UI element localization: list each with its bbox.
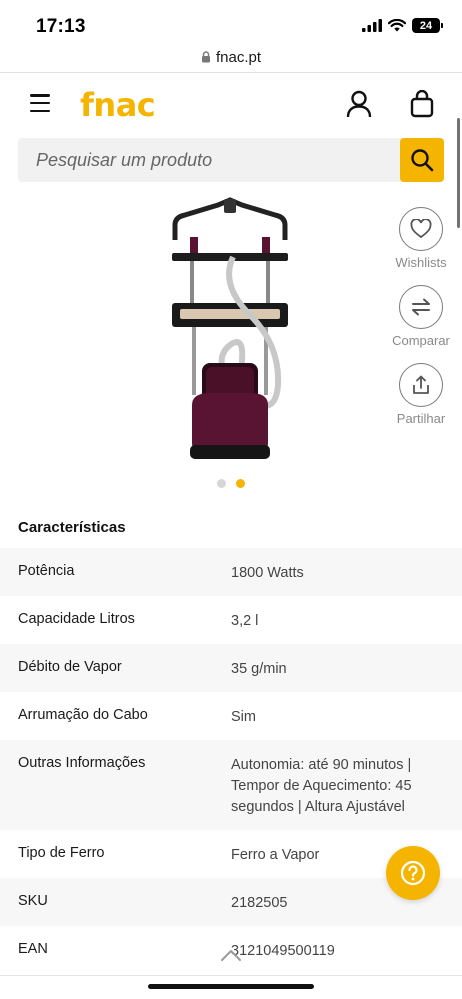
table-row: Arrumação do Cabo Sim <box>0 692 462 740</box>
share-action[interactable]: Partilhar <box>386 363 456 426</box>
search-button[interactable] <box>400 138 444 182</box>
table-row: Capacidade Litros 3,2 l <box>0 596 462 644</box>
fnac-logo[interactable]: fnac <box>80 86 156 124</box>
divider <box>0 72 462 73</box>
help-button[interactable] <box>386 846 440 900</box>
url-text: fnac.pt <box>215 48 262 66</box>
table-row: Outras Informações Autonomia: até 90 min… <box>0 740 462 830</box>
compare-label: Comparar <box>392 333 450 348</box>
battery-level: 24 <box>419 19 433 32</box>
table-row: Potência 1800 Watts <box>0 548 462 596</box>
spec-label: EAN <box>18 941 48 957</box>
user-account-icon[interactable] <box>346 90 372 118</box>
spec-value: 1800 Watts <box>231 565 304 581</box>
spec-value: 35 g/min <box>231 661 287 677</box>
carousel-dot[interactable] <box>217 479 226 488</box>
battery-icon: 24 <box>412 18 443 33</box>
address-bar[interactable]: fnac.pt <box>0 46 462 68</box>
compare-arrows-icon <box>412 298 430 316</box>
scrollbar[interactable] <box>457 118 460 228</box>
characteristics-title: Características <box>18 519 126 536</box>
shopping-bag-icon[interactable] <box>410 90 434 118</box>
home-indicator[interactable] <box>148 984 314 989</box>
spec-value: Sim <box>231 709 256 725</box>
compare-button[interactable] <box>399 285 443 329</box>
spec-label: Potência <box>18 563 75 579</box>
search-icon <box>411 149 434 172</box>
spec-label: Arrumação do Cabo <box>18 707 148 723</box>
lock-icon <box>201 51 210 63</box>
wishlist-label: Wishlists <box>395 255 447 270</box>
chevron-up-icon[interactable] <box>220 948 242 962</box>
divider <box>0 975 462 976</box>
heart-icon <box>410 219 432 239</box>
status-time: 17:13 <box>36 16 86 37</box>
wishlist-action[interactable]: Wishlists <box>386 207 456 270</box>
site-header: fnac <box>0 80 462 130</box>
share-button[interactable] <box>399 363 443 407</box>
spec-value: 3121049500119 <box>231 943 335 959</box>
spec-label: Tipo de Ferro <box>18 845 105 861</box>
compare-action[interactable]: Comparar <box>386 285 456 348</box>
status-bar: 17:13 24 <box>0 0 462 44</box>
share-label: Partilhar <box>396 411 446 426</box>
carousel-dots <box>217 479 245 488</box>
spec-label: SKU <box>18 893 48 909</box>
spec-label: Capacidade Litros <box>18 611 135 627</box>
characteristics-table: Potência 1800 Watts Capacidade Litros 3,… <box>0 548 462 974</box>
signal-icon <box>362 19 382 32</box>
spec-label: Débito de Vapor <box>18 659 122 675</box>
wifi-icon <box>388 19 406 32</box>
search-bar <box>18 138 444 182</box>
product-image[interactable] <box>150 195 310 465</box>
search-input[interactable] <box>18 138 398 182</box>
help-question-icon <box>400 860 426 886</box>
wishlist-button[interactable] <box>399 207 443 251</box>
share-icon <box>413 375 429 394</box>
spec-value: 3,2 l <box>231 613 259 629</box>
table-row: Débito de Vapor 35 g/min <box>0 644 462 692</box>
spec-value: Autonomia: até 90 minutos | Tempor de Aq… <box>231 757 412 815</box>
spec-label: Outras Informações <box>18 755 146 771</box>
carousel-dot-active[interactable] <box>236 479 245 488</box>
hamburger-menu-icon[interactable] <box>30 94 50 112</box>
status-icons: 24 <box>362 18 443 33</box>
